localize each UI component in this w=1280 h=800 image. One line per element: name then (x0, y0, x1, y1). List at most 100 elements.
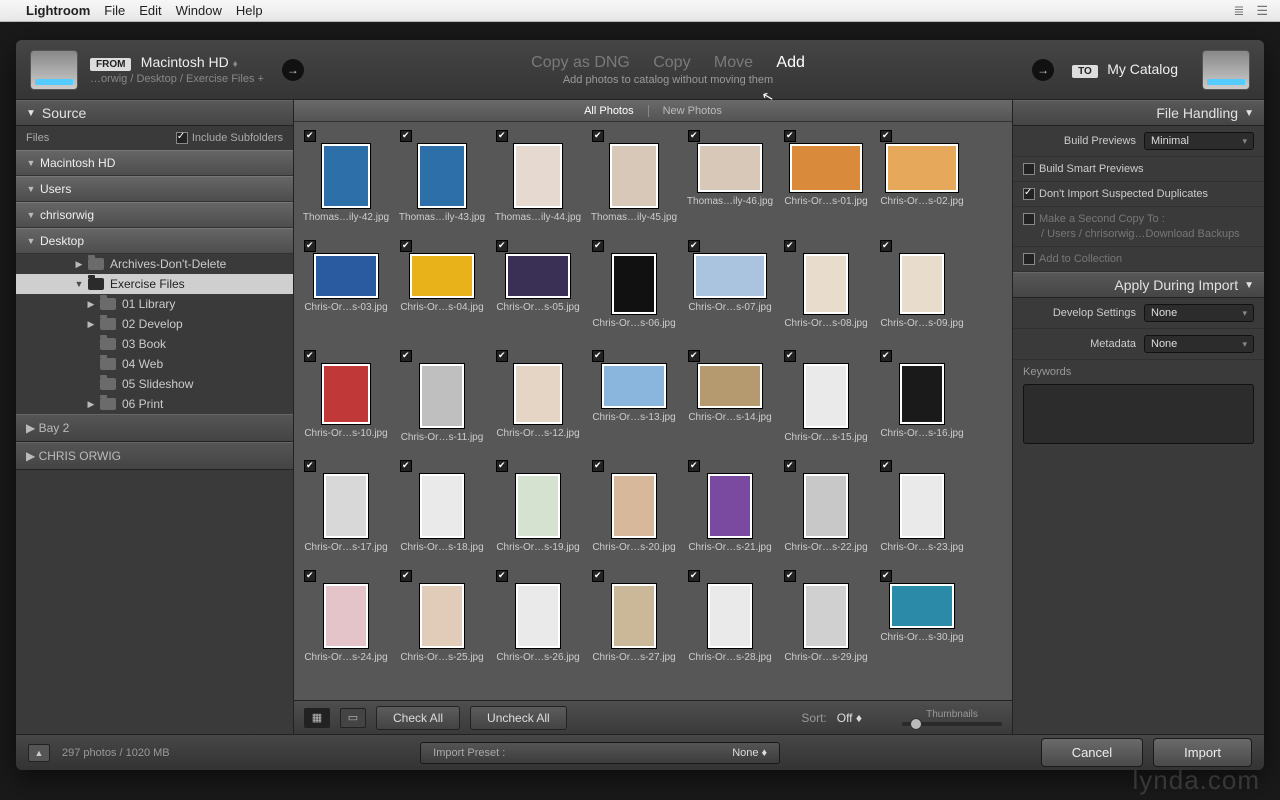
thumbnail-image[interactable] (514, 144, 562, 208)
thumbnail-image[interactable] (516, 584, 560, 648)
tree-row[interactable]: ▶06 Print (16, 394, 293, 414)
thumb-checkbox[interactable] (688, 240, 700, 252)
thumbnail-image[interactable] (804, 584, 848, 648)
thumb-checkbox[interactable] (400, 240, 412, 252)
thumbnail-cell[interactable]: Chris-Or…s-18.jpg (394, 456, 490, 566)
thumbnail-image[interactable] (612, 254, 656, 314)
thumbnail-cell[interactable]: Thomas…ily-43.jpg (394, 126, 490, 236)
thumbnail-image[interactable] (514, 364, 562, 424)
thumbnail-cell[interactable]: Chris-Or…s-10.jpg (298, 346, 394, 456)
thumb-checkbox[interactable] (880, 240, 892, 252)
thumbnail-cell[interactable]: Chris-Or…s-02.jpg (874, 126, 970, 236)
thumb-checkbox[interactable] (880, 130, 892, 142)
checkbox-icon[interactable] (1023, 163, 1035, 175)
thumb-checkbox[interactable] (496, 240, 508, 252)
source-disk-icon[interactable] (30, 50, 78, 90)
thumbnail-image[interactable] (314, 254, 378, 298)
thumbnail-image[interactable] (698, 364, 762, 408)
thumbnail-image[interactable] (418, 144, 466, 208)
thumbnail-cell[interactable]: Thomas…ily-44.jpg (490, 126, 586, 236)
source-panel-title[interactable]: ▼Source (16, 100, 293, 126)
menubar-list-icon[interactable]: ☰ (1256, 3, 1268, 19)
grid-view-icon[interactable]: ▦ (304, 708, 330, 728)
mode-copy-dng[interactable]: Copy as DNG (531, 54, 630, 71)
second-copy-toggle[interactable]: Make a Second Copy To : / Users / chriso… (1013, 207, 1264, 247)
thumb-checkbox[interactable] (304, 240, 316, 252)
thumbnail-image[interactable] (708, 584, 752, 648)
thumb-checkbox[interactable] (784, 460, 796, 472)
thumbnail-cell[interactable]: Chris-Or…s-17.jpg (298, 456, 394, 566)
thumbnail-image[interactable] (420, 364, 464, 428)
mode-add[interactable]: Add (776, 54, 804, 71)
thumb-checkbox[interactable] (592, 570, 604, 582)
menu-edit[interactable]: Edit (139, 3, 161, 18)
tab-new-photos[interactable]: New Photos (649, 105, 736, 117)
thumbnail-image[interactable] (610, 144, 658, 208)
thumbnail-image[interactable] (890, 584, 954, 628)
thumbnail-image[interactable] (790, 144, 862, 192)
tree-row[interactable]: ▶02 Develop (16, 314, 293, 334)
thumbnail-size-slider[interactable] (902, 722, 1002, 726)
thumbnail-image[interactable] (694, 254, 766, 298)
thumbnail-image[interactable] (886, 144, 958, 192)
develop-settings-select[interactable]: None▾ (1144, 304, 1254, 322)
thumb-checkbox[interactable] (304, 570, 316, 582)
menu-help[interactable]: Help (236, 3, 263, 18)
thumb-checkbox[interactable] (688, 130, 700, 142)
app-name[interactable]: Lightroom (26, 3, 90, 18)
metadata-select[interactable]: None▾ (1144, 335, 1254, 353)
thumbnail-image[interactable] (322, 144, 370, 208)
thumb-checkbox[interactable] (688, 570, 700, 582)
tree-row[interactable]: 04 Web (16, 354, 293, 374)
thumb-checkbox[interactable] (496, 570, 508, 582)
thumbnail-image[interactable] (420, 474, 464, 538)
thumb-checkbox[interactable] (592, 130, 604, 142)
thumbnail-cell[interactable]: Thomas…ily-46.jpg (682, 126, 778, 236)
thumbnail-image[interactable] (708, 474, 752, 538)
thumb-checkbox[interactable] (400, 350, 412, 362)
uncheck-all-button[interactable]: Uncheck All (470, 706, 567, 730)
checkbox-icon[interactable] (1023, 253, 1035, 265)
thumb-checkbox[interactable] (496, 130, 508, 142)
thumb-checkbox[interactable] (880, 570, 892, 582)
from-title[interactable]: Macintosh HD ♦ (141, 54, 238, 70)
file-handling-title[interactable]: File Handling▼ (1013, 100, 1264, 126)
thumb-checkbox[interactable] (400, 570, 412, 582)
thumbnail-image[interactable] (612, 584, 656, 648)
thumbnail-cell[interactable]: Chris-Or…s-12.jpg (490, 346, 586, 456)
thumbnail-image[interactable] (900, 474, 944, 538)
thumb-checkbox[interactable] (592, 240, 604, 252)
add-to-collection-toggle[interactable]: Add to Collection (1013, 247, 1264, 272)
thumbnail-cell[interactable]: Chris-Or…s-22.jpg (778, 456, 874, 566)
thumbnail-cell[interactable]: Chris-Or…s-19.jpg (490, 456, 586, 566)
collapsed-bay2[interactable]: ▶ Bay 2 (16, 414, 293, 442)
menu-window[interactable]: Window (176, 3, 222, 18)
sort-value[interactable]: Off ♦ (837, 711, 862, 725)
thumbnail-image[interactable] (410, 254, 474, 298)
thumbnail-cell[interactable]: Chris-Or…s-21.jpg (682, 456, 778, 566)
thumb-checkbox[interactable] (688, 350, 700, 362)
thumb-checkbox[interactable] (880, 350, 892, 362)
tree-row[interactable]: ▼Desktop (16, 228, 293, 254)
tree-row[interactable]: ▼chrisorwig (16, 202, 293, 228)
collapsed-chrisorwig[interactable]: ▶ CHRIS ORWIG (16, 442, 293, 470)
thumbnail-cell[interactable]: Chris-Or…s-07.jpg (682, 236, 778, 346)
thumbnail-image[interactable] (506, 254, 570, 298)
thumb-checkbox[interactable] (304, 460, 316, 472)
thumbnail-cell[interactable]: Chris-Or…s-23.jpg (874, 456, 970, 566)
thumb-checkbox[interactable] (784, 130, 796, 142)
tree-row[interactable]: ▶Archives-Don't-Delete (16, 254, 293, 274)
tree-row[interactable]: ▼Macintosh HD (16, 150, 293, 176)
thumb-checkbox[interactable] (400, 460, 412, 472)
tree-row[interactable]: 03 Book (16, 334, 293, 354)
mode-move[interactable]: Move (714, 54, 753, 71)
thumbnail-image[interactable] (900, 254, 944, 314)
thumb-checkbox[interactable] (784, 570, 796, 582)
tree-row[interactable]: ▶01 Library (16, 294, 293, 314)
thumbnail-cell[interactable]: Chris-Or…s-20.jpg (586, 456, 682, 566)
cancel-button[interactable]: Cancel (1041, 738, 1143, 767)
tree-row[interactable]: ▼Users (16, 176, 293, 202)
loupe-view-icon[interactable]: ▭ (340, 708, 366, 728)
thumb-checkbox[interactable] (400, 130, 412, 142)
thumb-checkbox[interactable] (496, 350, 508, 362)
